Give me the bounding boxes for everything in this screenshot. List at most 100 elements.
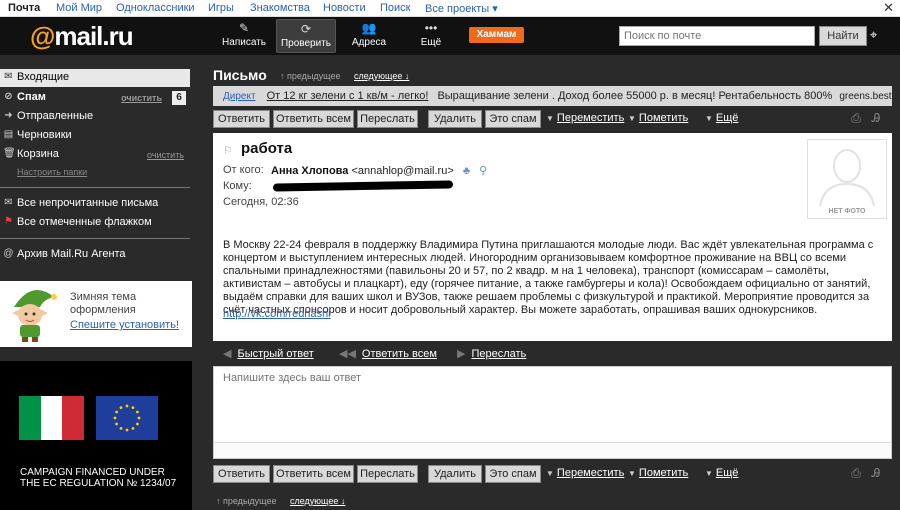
- quick-forward-link[interactable]: ▶ Переслать: [457, 347, 526, 360]
- sent-icon: ➜: [4, 110, 13, 121]
- translate-icon[interactable]: Ꭿ: [869, 111, 883, 125]
- letter-toolbar-top: Ответить Ответить всем Переслать Удалить…: [213, 109, 892, 129]
- envelope-icon: ✉: [4, 197, 13, 208]
- ad-headline[interactable]: От 12 кг зелени с 1 кв/м - легко!: [267, 90, 429, 102]
- mark-dropdown[interactable]: ▼ Пометить: [628, 112, 688, 124]
- reply-all-button[interactable]: Ответить всем: [273, 110, 354, 128]
- pencil-icon: ✎: [238, 21, 250, 35]
- topnav-poisk[interactable]: Поиск: [380, 2, 410, 14]
- agent-archive[interactable]: @ Архив Mail.Ru Агента: [0, 246, 190, 264]
- mailru-logo[interactable]: @mail.ru: [30, 21, 134, 52]
- folder-drafts[interactable]: ▤ Черновики: [0, 127, 190, 145]
- letter-link[interactable]: http://vk.com/rednashi: [223, 308, 331, 320]
- contacts-button[interactable]: 👥 Адреса: [339, 19, 399, 53]
- sidebar: ✉ Входящие ⊘ Спам очистить 6 ➜ Отправлен…: [0, 55, 192, 510]
- folder-sent[interactable]: ➜ Отправленные: [0, 108, 190, 126]
- eu-flag: [96, 396, 158, 440]
- quick-reply-link[interactable]: ◀ Быстрый ответ: [223, 347, 314, 360]
- from-row: От кого: Анна Хлопова <annahlop@mail.ru>…: [223, 164, 488, 177]
- print-icon[interactable]: ⎙: [849, 111, 863, 125]
- search-input[interactable]: [619, 26, 815, 46]
- move-dropdown[interactable]: ▼ Переместить: [546, 112, 624, 124]
- more-dropdown[interactable]: ▼ Ещё: [705, 467, 738, 479]
- redacted-recipient: [272, 180, 454, 192]
- spam-button[interactable]: Это спам: [485, 465, 541, 483]
- reply-all-icon: ◀◀: [339, 348, 356, 360]
- more-dropdown[interactable]: ▼ Ещё: [705, 112, 738, 124]
- add-contact-icon[interactable]: ♣: [463, 165, 470, 177]
- topnav-odnoklassniki[interactable]: Одноклассники: [116, 2, 195, 14]
- check-mail-button[interactable]: ⟳ Проверить: [276, 19, 336, 53]
- install-theme-link[interactable]: Спешите установить!: [70, 319, 179, 331]
- header-bar: @mail.ru ✎ Написать ⟳ Проверить 👥 Адреса…: [0, 17, 900, 55]
- folder-inbox[interactable]: ✉ Входящие: [0, 69, 190, 87]
- translate-icon[interactable]: Ꭿ: [869, 466, 883, 480]
- mark-dropdown[interactable]: ▼ Пометить: [628, 467, 688, 479]
- sender-name[interactable]: Анна Хлопова: [271, 165, 348, 177]
- delete-button[interactable]: Удалить: [428, 110, 482, 128]
- print-icon[interactable]: ⎙: [849, 466, 863, 480]
- prev-letter-link[interactable]: ↑ предыдущее: [280, 71, 340, 81]
- move-dropdown[interactable]: ▼ Переместить: [546, 467, 624, 479]
- delete-button[interactable]: Удалить: [428, 465, 482, 483]
- italy-flag: [19, 396, 85, 440]
- search-icon[interactable]: ⚲: [479, 165, 487, 177]
- close-icon[interactable]: ✕: [883, 0, 894, 16]
- quick-reply-all-link[interactable]: ◀◀ Ответить всем: [339, 347, 437, 360]
- reply-footer: [214, 442, 891, 458]
- filter-unread[interactable]: ✉ Все непрочитанные письма: [0, 195, 190, 213]
- winter-theme-promo: Зимняя тема оформления Спешите установит…: [0, 281, 192, 347]
- dots-icon: •••: [424, 21, 438, 35]
- clear-trash-link[interactable]: очистить: [147, 150, 184, 160]
- next-letter-link[interactable]: следующее ↓: [290, 496, 345, 506]
- top-navigation: Почта Мой Мир Одноклассники Игры Знакомс…: [0, 0, 900, 17]
- topnav-igry[interactable]: Игры: [208, 2, 234, 14]
- forward-button[interactable]: Переслать: [357, 465, 418, 483]
- ad-banner[interactable]: CAMPAIGN FINANCED UNDER THE EC REGULATIO…: [0, 361, 192, 510]
- silhouette-icon: [819, 149, 875, 207]
- ad-domain[interactable]: greens.best-business.ru: [839, 91, 892, 102]
- to-row: Кому:: [223, 180, 454, 192]
- reply-button[interactable]: Ответить: [213, 110, 270, 128]
- spam-button[interactable]: Это спам: [485, 110, 541, 128]
- flag-icon[interactable]: ⚐: [223, 144, 233, 157]
- advanced-search-icon[interactable]: ⌖: [870, 27, 877, 43]
- topnav-all-projects[interactable]: Все проекты ▾: [425, 2, 498, 15]
- page-title: Письмо: [213, 67, 267, 83]
- more-button[interactable]: ••• Ещё: [401, 19, 461, 53]
- clear-spam-link[interactable]: очистить: [121, 93, 162, 103]
- topnav-moy-mir[interactable]: Мой Мир: [56, 2, 102, 14]
- search-button[interactable]: Найти: [819, 26, 867, 46]
- reply-textarea[interactable]: [214, 367, 891, 443]
- prev-letter-link[interactable]: ↑ предыдущее: [216, 496, 276, 506]
- flag-icon: ⚑: [4, 216, 13, 227]
- topnav-znakomstva[interactable]: Знакомства: [250, 2, 310, 14]
- topnav-novosti[interactable]: Новости: [323, 2, 366, 14]
- configure-folders-link[interactable]: Настроить папки: [17, 167, 87, 177]
- main-content: Письмо ↑ предыдущее следующее ↓ Директ О…: [192, 55, 900, 510]
- direct-tag[interactable]: Директ: [223, 91, 256, 102]
- letter-card: ⚐ работа От кого: Анна Хлопова <annahlop…: [213, 133, 892, 341]
- spam-count-badge: 6: [172, 91, 186, 105]
- topnav-pochta[interactable]: Почта: [8, 2, 40, 14]
- next-letter-link[interactable]: следующее ↓: [354, 71, 409, 81]
- direct-ad-strip[interactable]: Директ От 12 кг зелени с 1 кв/м - легко!…: [213, 86, 892, 106]
- folder-trash[interactable]: 🗑 Корзина очистить: [0, 146, 190, 164]
- envelope-icon: ✉: [4, 71, 13, 82]
- letter-subject: работа: [241, 140, 293, 157]
- compose-button[interactable]: ✎ Написать: [214, 19, 274, 53]
- hammam-button[interactable]: Хаммам: [469, 27, 524, 43]
- ad-caption: CAMPAIGN FINANCED UNDER THE EC REGULATIO…: [20, 467, 177, 489]
- forward-button[interactable]: Переслать: [357, 110, 418, 128]
- reply-editor: [213, 366, 892, 459]
- forward-icon: ▶: [457, 348, 466, 360]
- sender-email: <annahlop@mail.ru>: [351, 165, 454, 177]
- filter-flagged[interactable]: ⚑ Все отмеченные флажком: [0, 214, 190, 232]
- no-photo-avatar: НЕТ ФОТО: [807, 139, 887, 219]
- elf-illustration: [12, 289, 57, 342]
- reply-all-button[interactable]: Ответить всем: [273, 465, 354, 483]
- letter-body: В Москву 22-24 февраля в поддержку Влади…: [223, 239, 874, 316]
- reply-button[interactable]: Ответить: [213, 465, 270, 483]
- folder-spam[interactable]: ⊘ Спам очистить 6: [0, 89, 190, 107]
- theme-title: Зимняя тема оформления: [70, 291, 137, 316]
